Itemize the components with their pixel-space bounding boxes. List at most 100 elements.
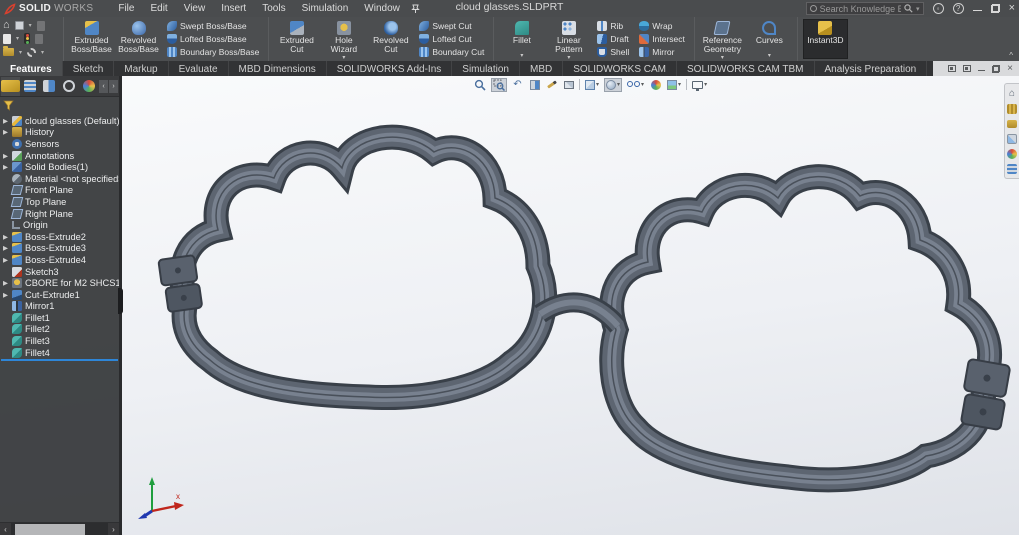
- wrap-button[interactable]: Wrap: [637, 20, 687, 32]
- menu-item[interactable]: Simulation: [295, 2, 356, 15]
- ribbon-tab[interactable]: Analysis Preparation: [815, 61, 928, 76]
- ribbon-tab[interactable]: Sketch: [63, 61, 115, 76]
- splitter-grip[interactable]: [118, 288, 123, 314]
- panel-horizontal-scrollbar[interactable]: ‹ ›: [0, 522, 119, 535]
- rollback-bar[interactable]: [1, 359, 118, 362]
- file-explorer-icon[interactable]: [1007, 118, 1018, 129]
- options-icon[interactable]: [27, 47, 37, 57]
- propertymanager-icon[interactable]: [21, 77, 40, 96]
- chevron-down-icon[interactable]: ▾: [721, 54, 724, 61]
- chevron-down-icon[interactable]: ▾: [41, 49, 44, 56]
- open-document-icon[interactable]: [3, 46, 14, 57]
- search-icon[interactable]: [904, 4, 913, 13]
- featuremanager-tree-icon[interactable]: [1, 76, 20, 96]
- draft-button[interactable]: Draft: [595, 33, 631, 45]
- ribbon-tab[interactable]: Simulation: [452, 61, 520, 76]
- minimize-icon[interactable]: [978, 66, 986, 71]
- edit-appearance-icon[interactable]: [649, 78, 662, 92]
- swept-boss-base-button[interactable]: Swept Boss/Base: [165, 20, 261, 32]
- menu-item[interactable]: Edit: [143, 2, 174, 15]
- dynamic-annotation-icon[interactable]: [545, 78, 558, 92]
- scrollbar-thumb[interactable]: [14, 523, 85, 535]
- fillet-button[interactable]: Fillet ▾: [499, 19, 544, 59]
- chevron-down-icon[interactable]: ▾: [520, 52, 523, 59]
- custom-properties-icon[interactable]: [1007, 163, 1018, 174]
- extruded-boss-base-button[interactable]: Extruded Boss/Base: [69, 19, 114, 59]
- previous-view-icon[interactable]: ↶: [511, 78, 524, 92]
- home-icon[interactable]: ⌂: [3, 20, 10, 31]
- boundary-boss-base-button[interactable]: Boundary Boss/Base: [165, 46, 261, 58]
- close-icon[interactable]: ×: [1009, 3, 1015, 14]
- tree-item[interactable]: ▶ Sketch3: [0, 266, 119, 278]
- menu-item[interactable]: Window: [357, 2, 407, 15]
- expand-icon[interactable]: ▶: [3, 244, 9, 252]
- tree-item[interactable]: ▶ History: [0, 127, 119, 139]
- instant3d-button[interactable]: Instant3D: [802, 19, 848, 59]
- chevron-down-icon[interactable]: ▾: [16, 35, 19, 42]
- ribbon-tab[interactable]: MBD Dimensions: [229, 61, 327, 76]
- tree-item[interactable]: ▶ Right Plane: [0, 208, 119, 220]
- graphics-area[interactable]: ↶ ▾ ▾ ▾ ▾ ▾ ‹ › ▶ cloud glasses (Default…: [0, 76, 1019, 535]
- revolved-boss-base-button[interactable]: Revolved Boss/Base: [116, 19, 161, 59]
- tree-item[interactable]: ▶ Boss-Extrude2: [0, 231, 119, 243]
- curves-button[interactable]: Curves ▾: [747, 19, 792, 59]
- scroll-right-icon[interactable]: ›: [109, 79, 118, 93]
- close-icon[interactable]: ×: [1007, 63, 1013, 73]
- tile-icon[interactable]: [963, 65, 972, 72]
- tree-item[interactable]: ▶ Fillet4: [0, 347, 119, 359]
- tree-item[interactable]: ▶ Solid Bodies(1): [0, 161, 119, 173]
- new-document-icon[interactable]: [3, 33, 11, 44]
- lofted-cut-button[interactable]: Lofted Cut: [417, 33, 486, 45]
- zoom-to-fit-icon[interactable]: [473, 78, 487, 92]
- cloud-glasses-model[interactable]: [0, 76, 1019, 535]
- expand-icon[interactable]: ▶: [3, 256, 9, 264]
- tree-item[interactable]: ▶ Annotations: [0, 150, 119, 162]
- tree-item[interactable]: ▶ Origin: [0, 219, 119, 231]
- user-account-icon[interactable]: ◦: [932, 3, 944, 14]
- tree-item[interactable]: ▶ Material <not specified>: [0, 173, 119, 185]
- ribbon-tab[interactable]: SOLIDWORKS CAM: [563, 61, 678, 76]
- dimxpertmanager-icon[interactable]: [60, 77, 79, 96]
- zoom-to-area-icon[interactable]: [491, 77, 507, 92]
- ribbon-tab[interactable]: Features: [0, 61, 63, 76]
- mirror-button[interactable]: Mirror: [637, 46, 687, 58]
- expand-icon[interactable]: ▶: [3, 117, 9, 125]
- minimize-icon[interactable]: [972, 4, 982, 13]
- tree-item[interactable]: ▶ Cut-Extrude1: [0, 289, 119, 301]
- view-settings-icon[interactable]: ▾: [691, 78, 708, 92]
- tree-item[interactable]: ▶ Front Plane: [0, 185, 119, 197]
- tree-item[interactable]: ▶ Mirror1: [0, 301, 119, 313]
- ribbon-tab[interactable]: MBD: [520, 61, 564, 76]
- expand-icon[interactable]: ▶: [3, 233, 9, 241]
- menu-item[interactable]: File: [111, 2, 141, 15]
- tree-item[interactable]: ▶ Fillet2: [0, 324, 119, 336]
- view-orientation-icon[interactable]: ▾: [584, 78, 600, 92]
- search-knowledge-base[interactable]: ▾: [805, 2, 924, 15]
- save-icon[interactable]: [14, 21, 24, 31]
- tree-item[interactable]: ▶ Top Plane: [0, 196, 119, 208]
- display-style-icon[interactable]: ▾: [604, 77, 623, 92]
- tree-item[interactable]: ▶ Boss-Extrude3: [0, 243, 119, 255]
- ribbon-tab[interactable]: SOLIDWORKS CAM TBM: [677, 61, 815, 76]
- expand-icon[interactable]: ▶: [3, 163, 9, 171]
- rib-button[interactable]: Rib: [595, 20, 631, 32]
- expand-icon[interactable]: ▶: [3, 128, 9, 136]
- hide-show-items-icon[interactable]: ▾: [626, 78, 645, 92]
- tree-item[interactable]: ▶ CBORE for M2 SHCS1: [0, 277, 119, 289]
- scroll-right-icon[interactable]: ›: [108, 525, 119, 534]
- tree-item[interactable]: ▶ Fillet1: [0, 312, 119, 324]
- extruded-cut-button[interactable]: Extruded Cut: [274, 19, 319, 59]
- help-icon[interactable]: ?: [952, 3, 964, 14]
- view-palette-icon[interactable]: [1007, 133, 1018, 144]
- ribbon-tab[interactable]: Evaluate: [169, 61, 229, 76]
- chevron-down-icon[interactable]: ▾: [768, 52, 771, 59]
- ribbon-collapse-icon[interactable]: ^: [1009, 51, 1013, 60]
- chevron-down-icon[interactable]: ▾: [19, 49, 22, 56]
- pin-icon[interactable]: [411, 4, 420, 14]
- scroll-left-icon[interactable]: ‹: [0, 525, 11, 534]
- hole-wizard-button[interactable]: Hole Wizard ▾: [321, 19, 366, 61]
- apply-scene-icon[interactable]: ▾: [666, 78, 682, 92]
- tree-item[interactable]: ▶ Fillet3: [0, 335, 119, 347]
- displaymanager-icon[interactable]: [79, 77, 98, 96]
- cascade-icon[interactable]: [948, 65, 957, 72]
